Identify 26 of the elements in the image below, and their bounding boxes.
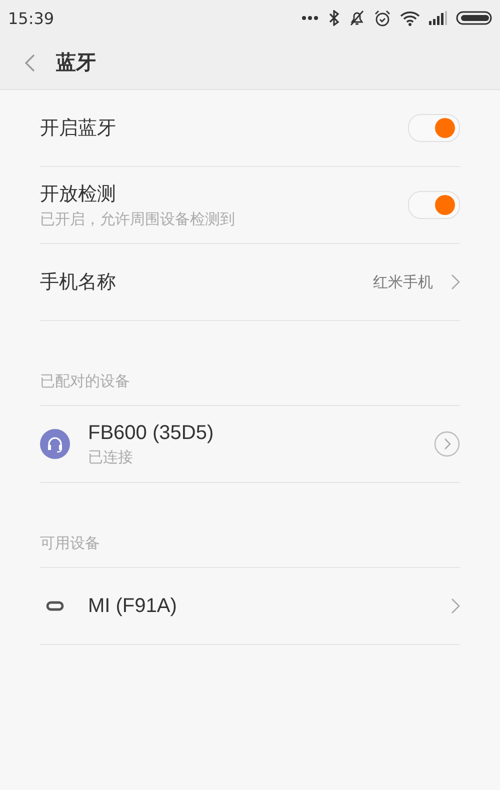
bluetooth-icon <box>328 10 340 26</box>
toggle-switch[interactable] <box>408 114 460 142</box>
section-header: 可用设备 <box>40 534 100 553</box>
setting-label: 开启蓝牙 <box>40 116 117 141</box>
bell-muted-icon <box>349 10 365 26</box>
setting-label: 开放检测 <box>40 182 117 207</box>
setting-value: 红米手机 <box>373 272 433 292</box>
headset-icon <box>40 429 70 459</box>
device-name: MI (F91A) <box>88 594 178 618</box>
setting-description: 已开启，允许周围设备检测到 <box>40 210 236 229</box>
device-name: FB600 (35D5) <box>88 422 215 444</box>
chevron-right-icon[interactable] <box>451 274 460 290</box>
band-icon <box>46 601 64 611</box>
setting-label: 手机名称 <box>40 270 117 295</box>
section-header: 已配对的设备 <box>40 372 130 391</box>
alarm-clock-icon <box>374 10 391 26</box>
more-dots-icon <box>301 15 319 21</box>
back-icon[interactable] <box>24 52 36 72</box>
page-title: 蓝牙 <box>56 49 96 76</box>
battery-icon <box>456 11 492 25</box>
wifi-icon <box>400 10 420 26</box>
status-time: 15:39 <box>8 8 54 28</box>
device-status: 已连接 <box>88 448 134 466</box>
signal-icon <box>429 11 447 25</box>
toggle-switch[interactable] <box>408 191 460 219</box>
chevron-right-icon[interactable] <box>451 598 460 614</box>
